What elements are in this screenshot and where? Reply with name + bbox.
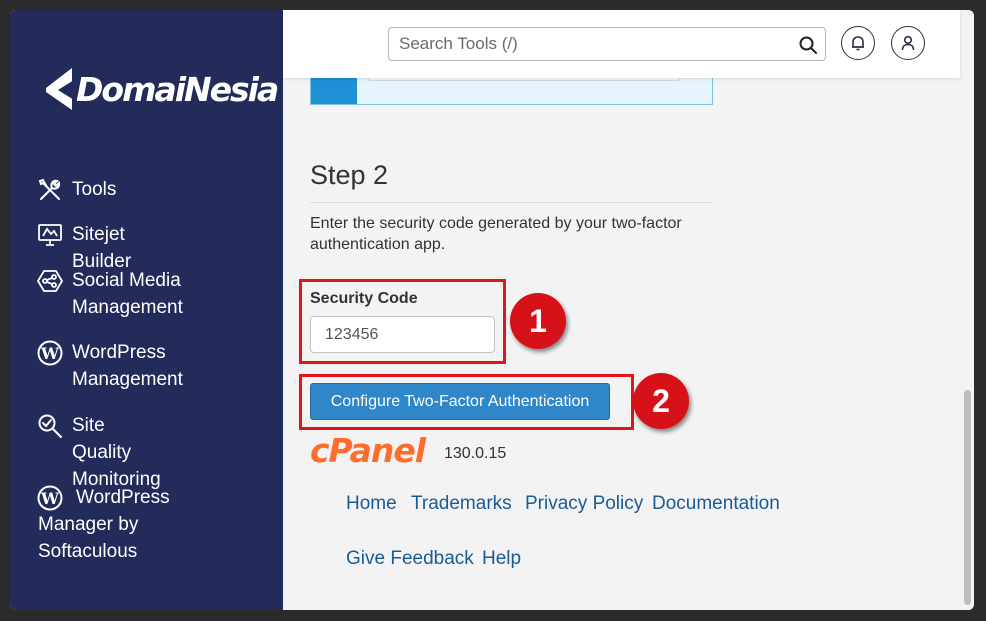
sidebar-item-label: Tools bbox=[72, 179, 117, 200]
divider bbox=[310, 202, 713, 203]
monitor-icon bbox=[36, 221, 64, 249]
magnifier-icon bbox=[36, 412, 64, 440]
footer-link-give-feedback[interactable]: Give Feedback bbox=[346, 548, 474, 570]
wordpress-icon: W bbox=[36, 339, 64, 367]
sidebar-item-site-quality-monitoring[interactable]: Site Quality Monitoring bbox=[36, 412, 161, 493]
search-icon[interactable] bbox=[798, 35, 818, 55]
notifications-button[interactable] bbox=[841, 26, 875, 60]
brand-name: DomaiNesia bbox=[76, 69, 279, 109]
sidebar-item-label: Site Quality Monitoring bbox=[72, 415, 161, 490]
sidebar-item-tools[interactable]: Tools bbox=[36, 176, 116, 204]
domainesia-logo-mark-icon bbox=[46, 68, 74, 110]
sidebar-item-label: WordPress Management bbox=[72, 342, 183, 390]
footer-link-documentation[interactable]: Documentation bbox=[652, 493, 780, 515]
sidebar: DomaiNesia Tools Sitejet Builder Social … bbox=[10, 10, 283, 610]
scrollbar-thumb[interactable] bbox=[964, 390, 971, 605]
user-menu-button[interactable] bbox=[891, 26, 925, 60]
step-title: Step 2 bbox=[310, 160, 389, 190]
highlight-box-configure-button bbox=[299, 374, 634, 430]
search-input[interactable] bbox=[388, 27, 826, 61]
social-media-icon bbox=[36, 267, 64, 295]
cpanel-version: 130.0.15 bbox=[444, 445, 507, 462]
annotation-badge-1: 1 bbox=[510, 293, 566, 349]
top-bar bbox=[283, 10, 960, 78]
app-window: DomaiNesia Tools Sitejet Builder Social … bbox=[10, 10, 974, 610]
sidebar-item-label[interactable]: WordPress Manager by Softaculous bbox=[38, 484, 258, 565]
brand-logo[interactable]: DomaiNesia bbox=[44, 58, 279, 120]
user-icon bbox=[901, 35, 915, 51]
sidebar-item-label: Social Media Management bbox=[72, 270, 183, 318]
bell-icon bbox=[852, 36, 864, 51]
sidebar-item-social-media-management[interactable]: Social Media Management bbox=[36, 267, 183, 321]
main-content: Step 2 Enter the security code generated… bbox=[283, 10, 974, 610]
svg-text:W: W bbox=[40, 344, 60, 363]
annotation-badge-2: 2 bbox=[633, 373, 689, 429]
sidebar-item-wordpress-management[interactable]: W WordPress Management bbox=[36, 339, 183, 393]
footer-link-home[interactable]: Home bbox=[346, 493, 397, 515]
footer-link-privacy-policy[interactable]: Privacy Policy bbox=[525, 493, 643, 515]
footer-link-help[interactable]: Help bbox=[482, 548, 521, 570]
footer-link-trademarks[interactable]: Trademarks bbox=[411, 493, 512, 515]
highlight-box-security-code bbox=[299, 279, 506, 364]
step-description: Enter the security code generated by you… bbox=[310, 215, 682, 253]
cpanel-logo[interactable]: cPanel bbox=[310, 431, 426, 470]
tools-icon bbox=[36, 176, 64, 204]
